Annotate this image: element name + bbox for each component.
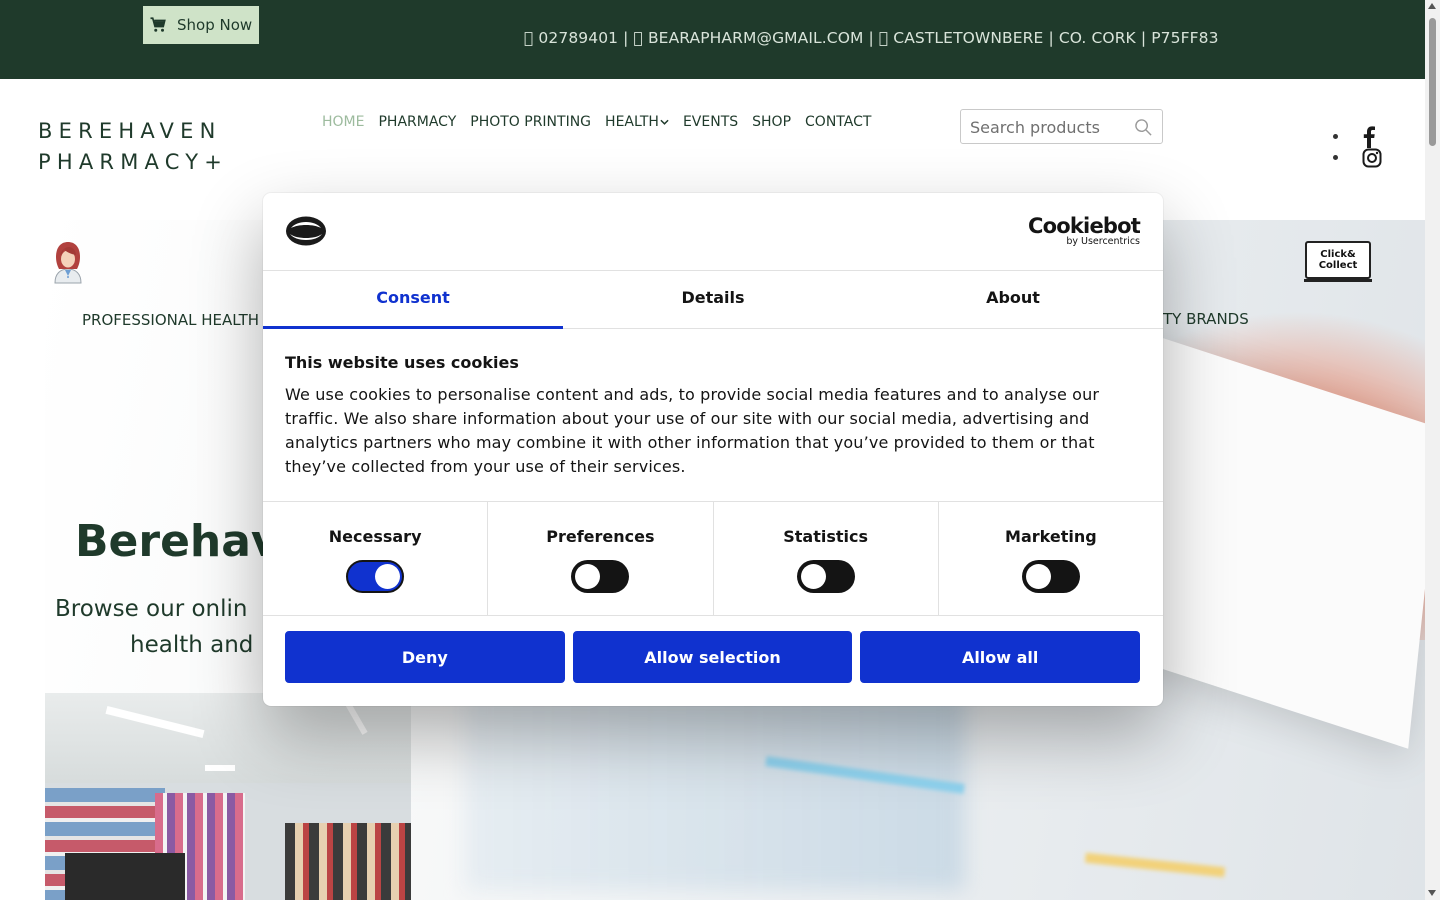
nav-photo-printing[interactable]: PHOTO PRINTING [470, 114, 591, 130]
shop-now-label: Shop Now [177, 16, 253, 34]
toggle-cell-marketing: Marketing [939, 502, 1163, 615]
address-text:  CASTLETOWNBERE | CO. CORK | P75FF83 [850, 29, 1219, 47]
hero-title: Berehav [75, 516, 280, 567]
feature-label-beauty-brands: UTY BRANDS [1152, 310, 1249, 328]
social-links [1333, 125, 1382, 168]
toggle-cell-necessary: Necessary [263, 502, 489, 615]
toggle-cell-statistics: Statistics [714, 502, 939, 615]
cookie-consent-dialog: Cookiebot by Usercentrics Consent Detail… [263, 193, 1163, 706]
cookiebot-brand: Cookiebot [1028, 214, 1141, 238]
dialog-tabs: Consent Details About [263, 271, 1163, 329]
search-icon[interactable] [1134, 118, 1153, 137]
cookie-site-logo-icon [286, 216, 326, 246]
nav-health-label: HEALTH [605, 114, 659, 130]
necessary-toggle[interactable] [346, 560, 405, 593]
preferences-toggle[interactable] [571, 560, 630, 593]
logo-line-1: BEREHAVEN [38, 119, 222, 143]
main-nav: HOME PHARMACY PHOTO PRINTING HEALTH EVEN… [322, 114, 871, 130]
nav-pharmacy[interactable]: PHARMACY [378, 114, 456, 130]
click-collect-icon: Click& Collect [1304, 241, 1372, 282]
hero-subtitle-line-2: health and [130, 632, 254, 658]
toggle-label-marketing: Marketing [1005, 527, 1097, 546]
scroll-down-icon[interactable] [1428, 890, 1436, 896]
allow-selection-button[interactable]: Allow selection [572, 631, 853, 683]
nav-shop[interactable]: SHOP [752, 114, 791, 130]
scroll-up-icon[interactable] [1428, 3, 1436, 9]
email-text[interactable]:  BEARAPHARM@GMAIL.COM | [634, 29, 874, 47]
toggle-label-necessary: Necessary [328, 527, 422, 546]
facebook-icon[interactable] [1362, 125, 1376, 148]
phone-text[interactable]:  02789401 | [524, 29, 628, 47]
chevron-down-icon [660, 119, 669, 125]
cookiebot-logo[interactable]: Cookiebot by Usercentrics [1028, 214, 1141, 248]
shop-now-button[interactable]: Shop Now [143, 6, 259, 44]
toggle-label-statistics: Statistics [783, 527, 868, 546]
marketing-toggle[interactable] [1021, 560, 1080, 593]
nav-home[interactable]: HOME [322, 114, 364, 130]
toggle-label-preferences: Preferences [546, 527, 655, 546]
consent-toggles: Necessary Preferences Statistics Marketi… [263, 501, 1163, 616]
top-bar: Shop Now  02789401 |  BEARAPHARM@GMAIL… [0, 0, 1425, 79]
list-bullet [1333, 155, 1338, 160]
statistics-toggle[interactable] [796, 560, 855, 593]
tab-consent[interactable]: Consent [263, 271, 563, 329]
feature-label-professional-health: PROFESSIONAL HEALTH [82, 311, 260, 329]
list-bullet [1333, 134, 1338, 139]
search-box [960, 109, 1163, 144]
pharmacist-icon [54, 242, 82, 284]
page-scrollbar[interactable] [1425, 0, 1440, 900]
dialog-header: Cookiebot by Usercentrics [263, 193, 1163, 271]
cart-icon [150, 17, 166, 32]
tab-about[interactable]: About [863, 271, 1163, 328]
scrollbar-thumb[interactable] [1429, 18, 1436, 146]
hero-subtitle-line-1: Browse our onlin [55, 596, 248, 622]
toggle-cell-preferences: Preferences [488, 502, 714, 615]
nav-health[interactable]: HEALTH [605, 114, 669, 130]
search-input[interactable] [970, 116, 1130, 138]
contact-info:  02789401 |  BEARAPHARM@GMAIL.COM |  … [524, 29, 1219, 47]
dialog-buttons: Deny Allow selection Allow all [285, 631, 1141, 683]
allow-all-button[interactable]: Allow all [860, 631, 1141, 683]
nav-events[interactable]: EVENTS [683, 114, 738, 130]
tab-details[interactable]: Details [563, 271, 863, 328]
deny-button[interactable]: Deny [285, 631, 565, 683]
nav-contact[interactable]: CONTACT [805, 114, 871, 130]
logo-line-2: PHARMACY+ [38, 150, 229, 174]
dialog-title: This website uses cookies [285, 353, 519, 372]
site-logo[interactable]: BEREHAVEN PHARMACY+ [38, 116, 238, 178]
dialog-body-text: We use cookies to personalise content an… [285, 385, 1100, 476]
pharmacy-interior-photo [45, 693, 411, 900]
instagram-icon[interactable] [1362, 148, 1382, 168]
